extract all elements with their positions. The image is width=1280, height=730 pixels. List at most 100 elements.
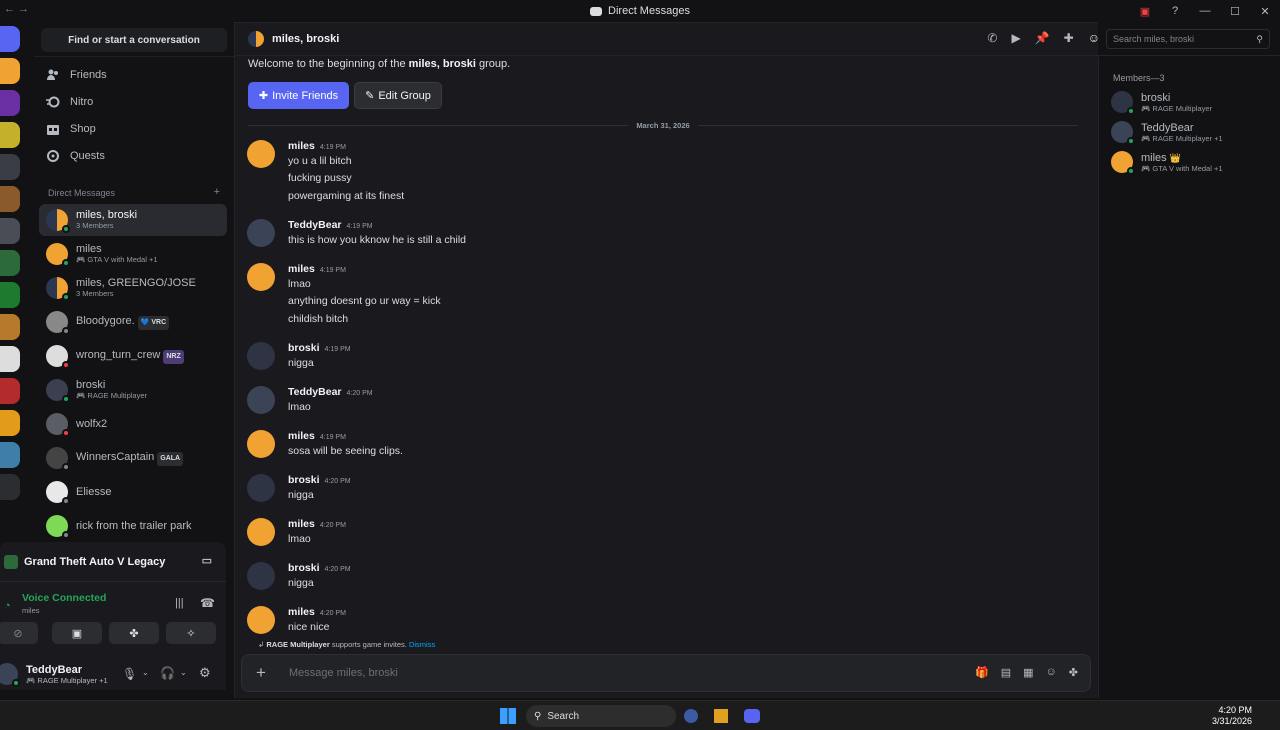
author-avatar[interactable]: [247, 562, 275, 590]
attach-plus-icon[interactable]: +: [256, 663, 266, 683]
member-item[interactable]: TeddyBear 🎮 RAGE Multiplayer +1: [1111, 121, 1223, 145]
minimize-icon[interactable]: —: [1190, 5, 1220, 17]
dm-item[interactable]: rick from the trailer park: [39, 510, 227, 542]
app-icon[interactable]: [714, 709, 728, 723]
close-icon[interactable]: ✕: [1250, 5, 1280, 18]
author-name[interactable]: miles: [288, 430, 315, 442]
screen-share-button[interactable]: ▣: [52, 622, 102, 644]
soundboard-button[interactable]: ✧: [166, 622, 216, 644]
server-icon[interactable]: [0, 314, 20, 340]
screen-share-icon[interactable]: ▭: [202, 554, 212, 567]
author-avatar[interactable]: [247, 430, 275, 458]
voice-call-icon[interactable]: ✆: [987, 31, 997, 45]
invite-friends-button[interactable]: ✚ Invite Friends: [248, 82, 349, 109]
author-name[interactable]: TeddyBear: [288, 219, 342, 231]
create-dm-button[interactable]: +: [214, 187, 220, 198]
help-icon[interactable]: ?: [1160, 5, 1190, 17]
search-input[interactable]: Search miles, broski ⚲: [1106, 29, 1270, 49]
dm-item[interactable]: miles, GREENGO/JOSE 3 Members: [39, 272, 227, 304]
author-name[interactable]: broski: [288, 562, 320, 574]
emoji-icon[interactable]: ☺: [1046, 666, 1057, 679]
server-icon[interactable]: [0, 186, 20, 212]
server-icon[interactable]: [0, 154, 20, 180]
server-icon[interactable]: [0, 410, 20, 436]
author-avatar[interactable]: [247, 342, 275, 370]
server-icon[interactable]: [0, 282, 20, 308]
author-name[interactable]: miles: [288, 518, 315, 530]
dm-item[interactable]: WinnersCaptain GALA: [39, 442, 227, 474]
activities-button[interactable]: ✤: [109, 622, 159, 644]
gift-icon[interactable]: 🎁: [975, 666, 989, 679]
member-item[interactable]: miles 👑 🎮 GTA V with Medal +1: [1111, 151, 1223, 175]
sticker-icon[interactable]: ▦: [1023, 666, 1033, 679]
server-icon[interactable]: [0, 378, 20, 404]
mute-icon[interactable]: 🎙: [122, 667, 137, 681]
app-icon[interactable]: [684, 709, 698, 723]
noise-suppression-icon[interactable]: |||: [175, 597, 184, 609]
avatar[interactable]: [0, 663, 20, 687]
camera-button[interactable]: ⊘: [0, 622, 38, 644]
server-icon[interactable]: [0, 250, 20, 276]
discord-app-icon[interactable]: [744, 709, 760, 723]
chevron-down-icon[interactable]: ⌄: [142, 668, 149, 677]
member-list-icon[interactable]: ☺: [1088, 31, 1100, 45]
video-call-icon[interactable]: ▶: [1011, 31, 1020, 45]
author-avatar[interactable]: [247, 140, 275, 168]
member-item[interactable]: broski 🎮 RAGE Multiplayer: [1111, 91, 1212, 115]
voice-status[interactable]: Voice Connected: [22, 592, 106, 604]
edit-group-button[interactable]: ✎ Edit Group: [354, 82, 442, 109]
server-icon[interactable]: [0, 122, 20, 148]
author-avatar[interactable]: [247, 386, 275, 414]
author-name[interactable]: miles: [288, 140, 315, 152]
windows-start-icon[interactable]: [500, 708, 516, 724]
game-activity[interactable]: Grand Theft Auto V Legacy ▭: [0, 542, 226, 582]
inbox-icon[interactable]: ▣: [1130, 5, 1160, 18]
dm-item[interactable]: wrong_turn_crew NRZ: [39, 340, 227, 372]
nav-shop[interactable]: Shop: [46, 118, 96, 140]
server-icon[interactable]: [0, 442, 20, 468]
clock[interactable]: 4:20 PM 3/31/2026: [1212, 705, 1252, 727]
author-avatar[interactable]: [247, 518, 275, 546]
author-name[interactable]: broski: [288, 474, 320, 486]
dm-item[interactable]: Eliesse: [39, 476, 227, 508]
maximize-icon[interactable]: ☐: [1220, 5, 1250, 18]
author-avatar[interactable]: [247, 263, 275, 291]
gif-icon[interactable]: ▤: [1001, 666, 1011, 679]
author-name[interactable]: broski: [288, 342, 320, 354]
author-avatar[interactable]: [247, 474, 275, 502]
author-name[interactable]: miles: [288, 263, 315, 275]
dismiss-link[interactable]: Dismiss: [409, 640, 435, 649]
username[interactable]: TeddyBear: [26, 664, 108, 676]
author-name[interactable]: TeddyBear: [288, 386, 342, 398]
server-icon[interactable]: [0, 474, 20, 500]
dm-item[interactable]: Bloodygore. 💙 VRC: [39, 306, 227, 338]
nav-friends[interactable]: Friends: [46, 64, 107, 86]
group-name[interactable]: miles, broski: [272, 33, 339, 45]
author-name[interactable]: miles: [288, 606, 315, 618]
nav-quests[interactable]: Quests: [46, 145, 105, 167]
dm-item[interactable]: miles, broski 3 Members: [39, 204, 227, 236]
server-icon[interactable]: [0, 58, 20, 84]
author-avatar[interactable]: [247, 606, 275, 634]
find-conversation-button[interactable]: Find or start a conversation: [41, 28, 227, 52]
message-input[interactable]: Message miles, broski: [289, 667, 398, 679]
voice-channel[interactable]: miles: [22, 606, 40, 615]
nav-nitro[interactable]: Nitro: [46, 91, 93, 113]
dm-item[interactable]: broski 🎮 RAGE Multiplayer: [39, 374, 227, 406]
server-icon[interactable]: [0, 346, 20, 372]
dm-item[interactable]: wolfx2: [39, 408, 227, 440]
back-forward-icon[interactable]: ← →: [4, 3, 29, 15]
apps-icon[interactable]: ✤: [1069, 666, 1078, 679]
chevron-down-icon[interactable]: ⌄: [180, 668, 187, 677]
disconnect-icon[interactable]: ☎: [200, 596, 215, 610]
server-icon[interactable]: [0, 90, 20, 116]
server-icon[interactable]: [0, 218, 20, 244]
headphones-icon[interactable]: 🎧: [160, 666, 175, 680]
home-button[interactable]: [0, 26, 20, 52]
dm-item[interactable]: miles 🎮 GTA V with Medal +1: [39, 238, 227, 270]
pin-icon[interactable]: 📌: [1035, 31, 1050, 45]
add-friends-icon[interactable]: ✚: [1064, 31, 1074, 45]
settings-gear-icon[interactable]: ⚙: [199, 665, 211, 681]
author-avatar[interactable]: [247, 219, 275, 247]
taskbar-search[interactable]: ⚲ Search: [526, 705, 676, 727]
